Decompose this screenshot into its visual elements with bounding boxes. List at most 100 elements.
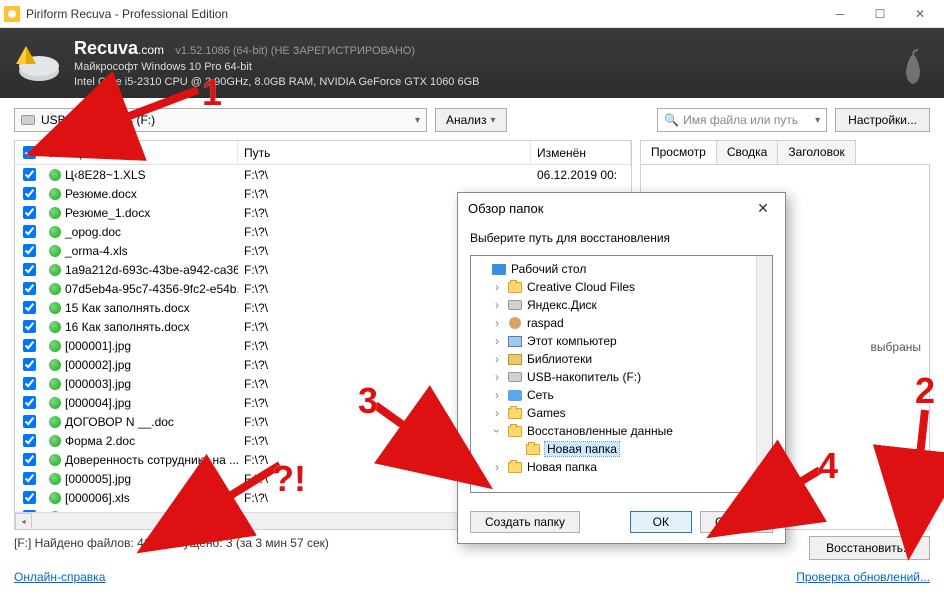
file-checkbox[interactable] bbox=[23, 434, 36, 447]
file-modified: 06.12.2019 00: bbox=[531, 168, 631, 182]
column-name[interactable]: Имя файла bbox=[43, 141, 238, 164]
file-name: ДОГОВОР N __.doc bbox=[65, 415, 174, 429]
tree-node[interactable]: ›Этот компьютер bbox=[473, 332, 770, 350]
cancel-button[interactable]: Отмена bbox=[700, 511, 773, 533]
file-name: _orma-4.xls bbox=[65, 244, 128, 258]
status-dot-icon bbox=[49, 283, 61, 295]
pc-icon bbox=[508, 336, 522, 347]
file-name: [000001].jpg bbox=[65, 339, 131, 353]
file-checkbox[interactable] bbox=[23, 472, 36, 485]
file-checkbox[interactable] bbox=[23, 339, 36, 352]
dialog-close-button[interactable]: ✕ bbox=[751, 200, 775, 217]
status-dot-icon bbox=[49, 492, 61, 504]
file-checkbox[interactable] bbox=[23, 168, 36, 181]
app-icon bbox=[4, 6, 20, 22]
tree-node-desktop[interactable]: Рабочий стол bbox=[473, 260, 770, 278]
tree-scrollbar[interactable] bbox=[756, 256, 772, 492]
tree-node[interactable]: ›USB-накопитель (F:) bbox=[473, 368, 770, 386]
settings-button[interactable]: Настройки... bbox=[835, 108, 930, 132]
file-checkbox[interactable] bbox=[23, 301, 36, 314]
analyze-button[interactable]: Анализ ▾ bbox=[435, 108, 507, 132]
file-checkbox[interactable] bbox=[23, 377, 36, 390]
file-checkbox[interactable] bbox=[23, 187, 36, 200]
tree-node[interactable]: ›Библиотеки bbox=[473, 350, 770, 368]
file-name: [000004].jpg bbox=[65, 396, 131, 410]
file-checkbox[interactable] bbox=[23, 396, 36, 409]
chevron-down-icon: ▾ bbox=[491, 115, 496, 126]
chevron-down-icon: ▾ bbox=[415, 115, 420, 126]
drive-selector-label: USB-накопитель (F:) bbox=[41, 113, 155, 127]
file-name: Форма 2.doc bbox=[65, 434, 135, 448]
file-path: F:\?\ bbox=[238, 168, 531, 182]
tree-node[interactable]: ›Яндекс.Диск bbox=[473, 296, 770, 314]
file-name: Резюме_1.docx bbox=[65, 206, 150, 220]
hardware-info: Intel Core i5-2310 CPU @ 2.90GHz, 8.0GB … bbox=[74, 75, 480, 90]
status-dot-icon bbox=[49, 264, 61, 276]
desktop-icon bbox=[492, 264, 506, 275]
column-path[interactable]: Путь bbox=[238, 141, 531, 164]
status-dot-icon bbox=[49, 321, 61, 333]
disk-icon bbox=[508, 300, 522, 310]
minimize-button[interactable]: ─ bbox=[820, 0, 860, 28]
tab-summary[interactable]: Сводка bbox=[716, 140, 779, 164]
brand-name: Recuva.com bbox=[74, 38, 164, 58]
folder-tree[interactable]: Рабочий стол ›Creative Cloud Files ›Янде… bbox=[470, 255, 773, 493]
file-name: _opog.doc bbox=[65, 225, 121, 239]
file-checkbox[interactable] bbox=[23, 282, 36, 295]
file-name: 07d5eb4a-95c7-4356-9fc2-e54b... bbox=[65, 282, 238, 296]
status-dot-icon bbox=[49, 416, 61, 428]
status-dot-icon bbox=[49, 359, 61, 371]
file-checkbox[interactable] bbox=[23, 320, 36, 333]
new-folder-button[interactable]: Создать папку bbox=[470, 511, 580, 533]
scroll-left-button[interactable]: ◂ bbox=[15, 513, 32, 530]
maximize-button[interactable]: ☐ bbox=[860, 0, 900, 28]
tree-node[interactable]: ›Сеть bbox=[473, 386, 770, 404]
file-checkbox[interactable] bbox=[23, 358, 36, 371]
file-row[interactable]: Ц‹8Е28~1.XLSF:\?\06.12.2019 00: bbox=[15, 165, 631, 184]
status-dot-icon bbox=[49, 245, 61, 257]
status-dot-icon bbox=[49, 454, 61, 466]
tree-node[interactable]: ›Новая папка bbox=[473, 458, 770, 476]
file-name: 1a9a212d-693c-43be-a942-ca36... bbox=[65, 263, 238, 277]
column-modified[interactable]: Изменён bbox=[531, 141, 631, 164]
recuva-logo-icon bbox=[14, 36, 64, 86]
close-button[interactable]: ✕ bbox=[900, 0, 940, 28]
file-name: 15 Как заполнять.docx bbox=[65, 301, 190, 315]
file-name: [000002].jpg bbox=[65, 358, 131, 372]
dialog-prompt: Выберите путь для восстановления bbox=[470, 231, 773, 245]
status-dot-icon bbox=[49, 207, 61, 219]
check-updates-link[interactable]: Проверка обновлений... bbox=[796, 570, 930, 584]
file-checkbox[interactable] bbox=[23, 244, 36, 257]
file-checkbox[interactable] bbox=[23, 415, 36, 428]
window-title: Piriform Recuva - Professional Edition bbox=[26, 7, 820, 21]
tree-node[interactable]: ›Creative Cloud Files bbox=[473, 278, 770, 296]
piriform-pear-icon bbox=[898, 46, 928, 86]
ok-button[interactable]: ОК bbox=[630, 511, 692, 533]
tree-node[interactable]: ›raspad bbox=[473, 314, 770, 332]
file-checkbox[interactable] bbox=[23, 263, 36, 276]
file-checkbox[interactable] bbox=[23, 225, 36, 238]
help-link[interactable]: Онлайн-справка bbox=[14, 570, 105, 584]
file-checkbox[interactable] bbox=[23, 206, 36, 219]
search-input[interactable]: 🔍 Имя файла или путь ▾ bbox=[657, 108, 827, 132]
file-checkbox[interactable] bbox=[23, 491, 36, 504]
restore-button[interactable]: Восстановить... bbox=[809, 536, 930, 560]
tree-node-selected[interactable]: Новая папка bbox=[473, 440, 770, 458]
status-dot-icon bbox=[49, 473, 61, 485]
status-dot-icon bbox=[49, 169, 61, 181]
status-dot-icon bbox=[49, 188, 61, 200]
tree-node[interactable]: ›Восстановленные данные bbox=[473, 422, 770, 440]
search-placeholder: Имя файла или путь bbox=[683, 113, 798, 127]
drive-selector[interactable]: USB-накопитель (F:) ▾ bbox=[14, 108, 427, 132]
version-text: v1.52.1086 (64-bit) (НЕ ЗАРЕГИСТРИРОВАНО… bbox=[175, 45, 415, 57]
tab-preview[interactable]: Просмотр bbox=[640, 140, 717, 164]
file-checkbox[interactable] bbox=[23, 453, 36, 466]
status-dot-icon bbox=[49, 340, 61, 352]
tab-header[interactable]: Заголовок bbox=[777, 140, 855, 164]
select-all-checkbox[interactable] bbox=[23, 146, 36, 159]
tree-node[interactable]: ›Games bbox=[473, 404, 770, 422]
file-list-header: Имя файла Путь Изменён bbox=[15, 141, 631, 165]
usb-icon bbox=[508, 372, 522, 382]
user-icon bbox=[509, 317, 521, 329]
preview-hint: выбраны bbox=[871, 340, 921, 354]
